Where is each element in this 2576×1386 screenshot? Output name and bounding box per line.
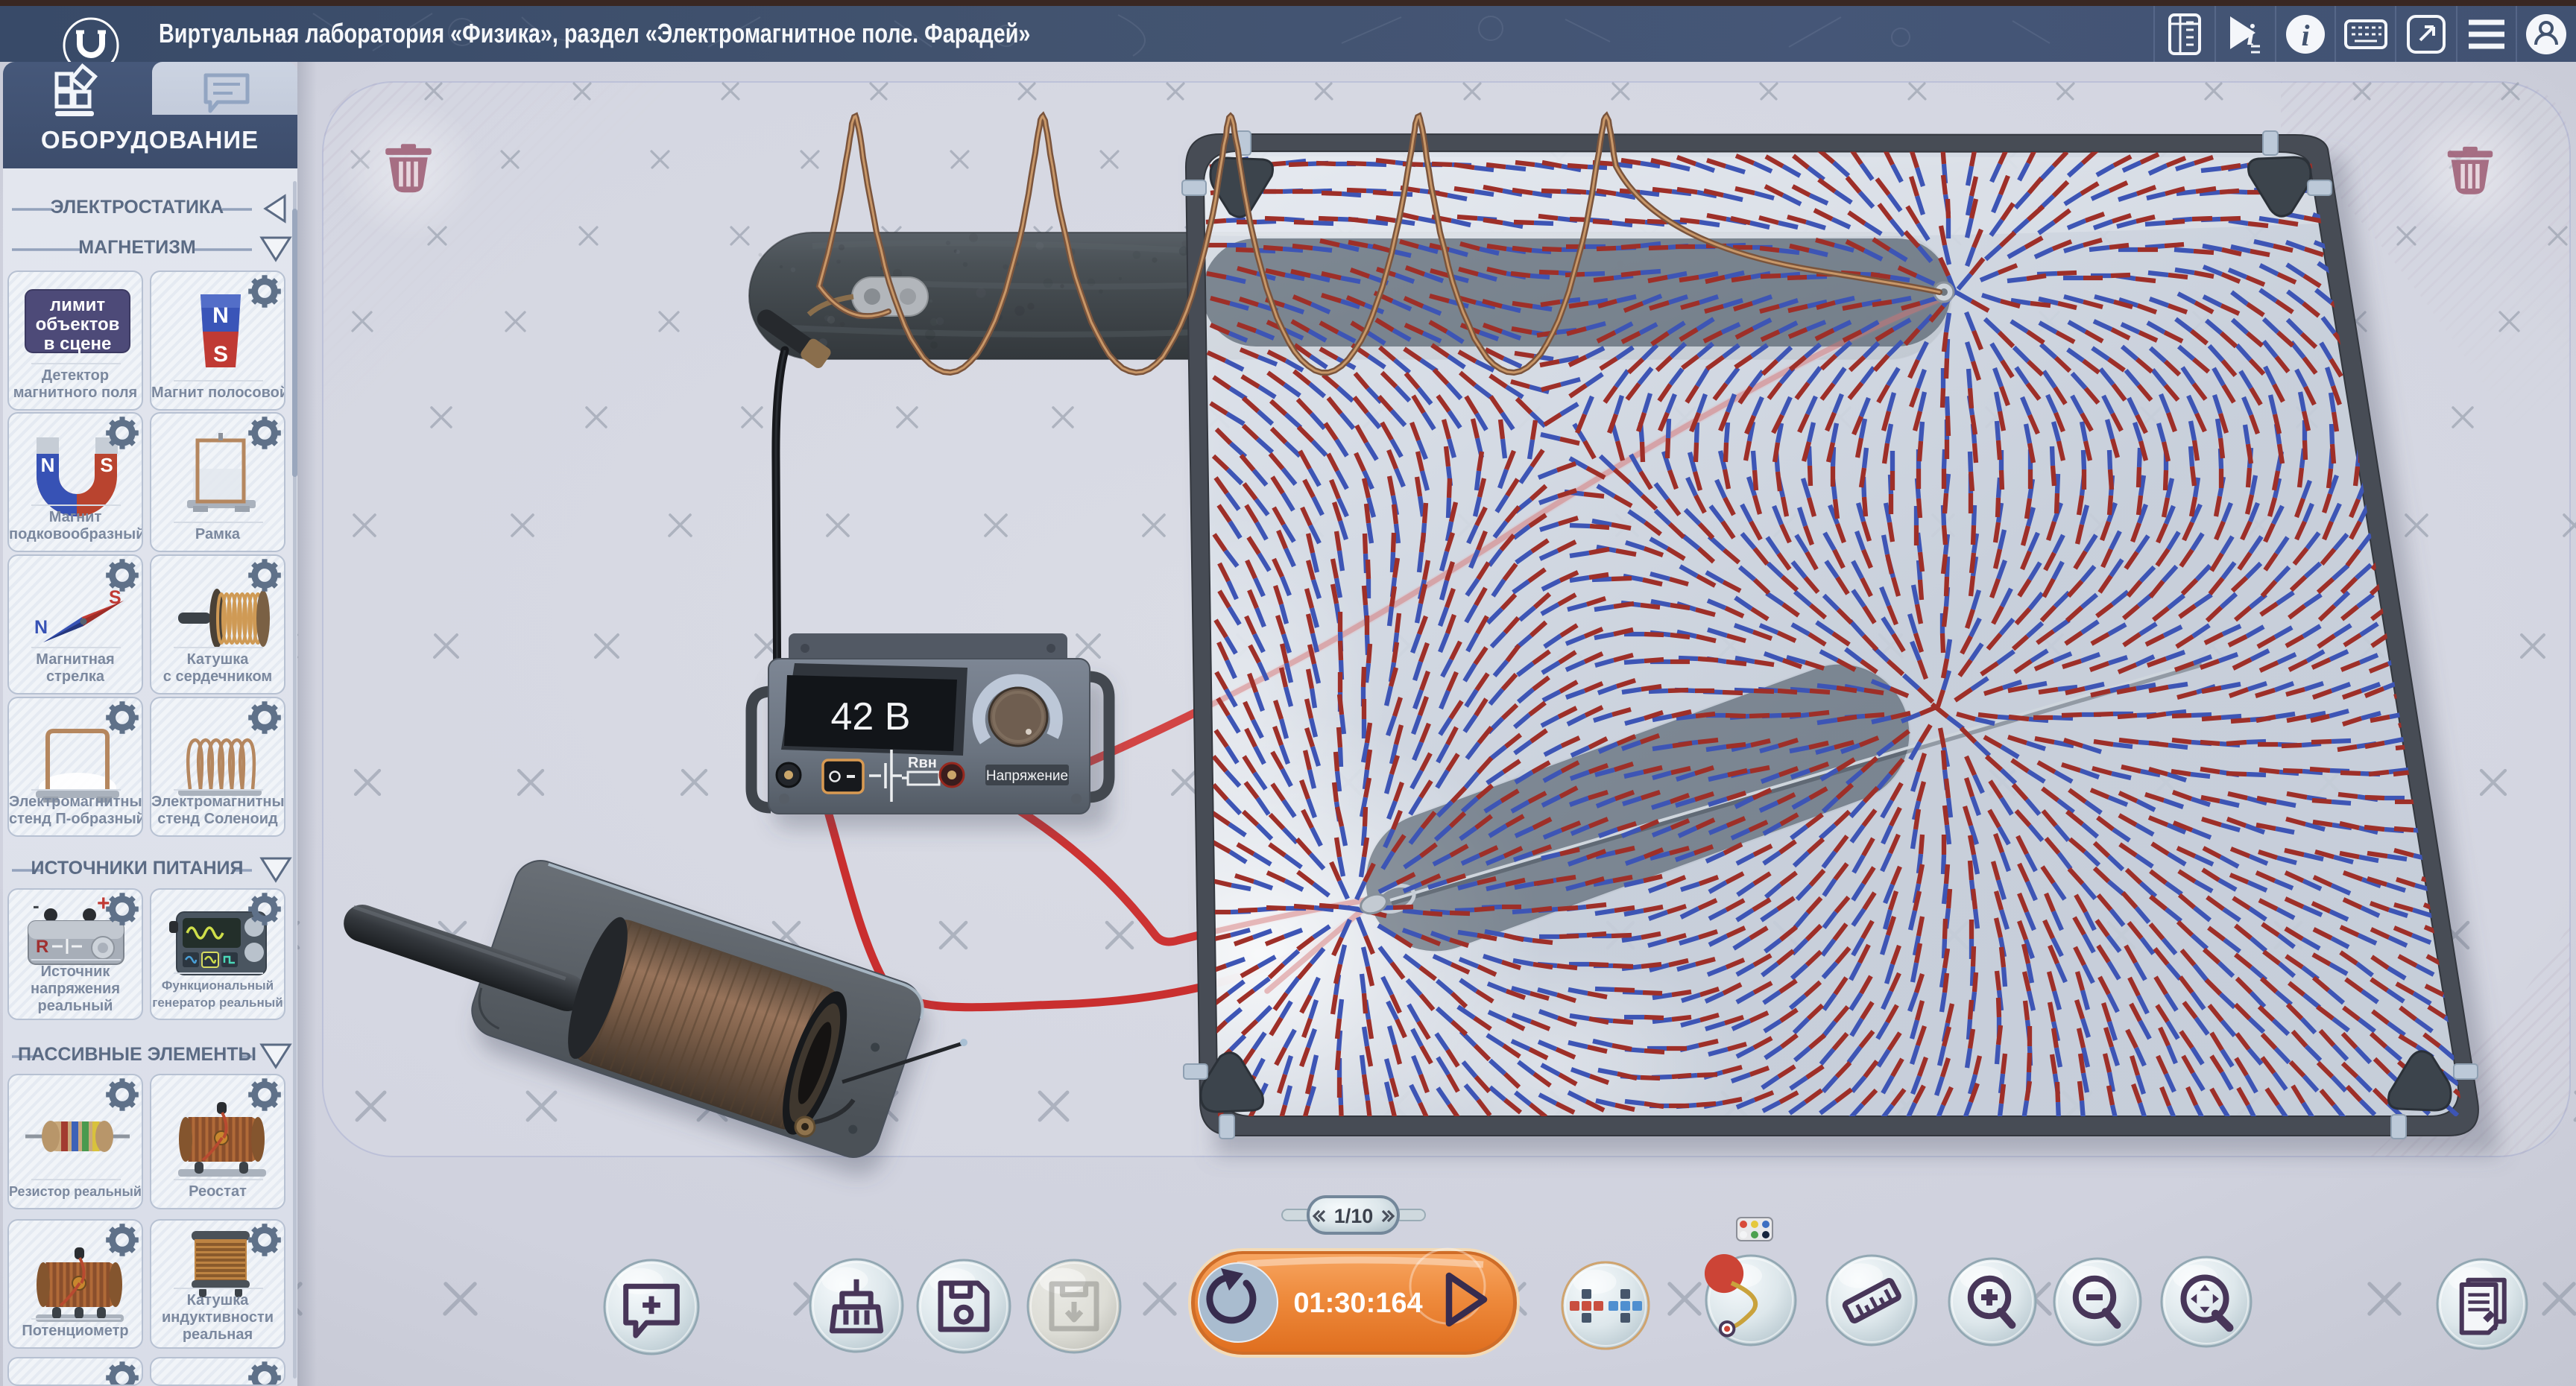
- svg-text:S: S: [213, 342, 228, 367]
- svg-text:+: +: [97, 891, 110, 916]
- svg-text:-: -: [33, 894, 40, 917]
- svg-text:01:30:164: 01:30:164: [1293, 1288, 1422, 1319]
- svg-text:1/10: 1/10: [1334, 1205, 1374, 1227]
- svg-text:в сцене: в сцене: [44, 334, 112, 354]
- svg-text:объектов: объектов: [36, 314, 120, 335]
- svg-text:R: R: [36, 937, 48, 957]
- svg-text:N: N: [41, 454, 55, 476]
- svg-text:S: S: [100, 454, 113, 476]
- svg-text:Rвн: Rвн: [908, 755, 937, 771]
- svg-text:N: N: [34, 617, 48, 638]
- svg-text:ОБОРУДОВАНИЕ: ОБОРУДОВАНИЕ: [41, 126, 259, 154]
- svg-text:лимит: лимит: [50, 295, 106, 315]
- svg-text:N: N: [212, 303, 229, 328]
- svg-text:i: i: [2301, 19, 2309, 52]
- svg-text:Напряжение: Напряжение: [986, 768, 1068, 784]
- svg-text:42 В: 42 В: [831, 695, 911, 738]
